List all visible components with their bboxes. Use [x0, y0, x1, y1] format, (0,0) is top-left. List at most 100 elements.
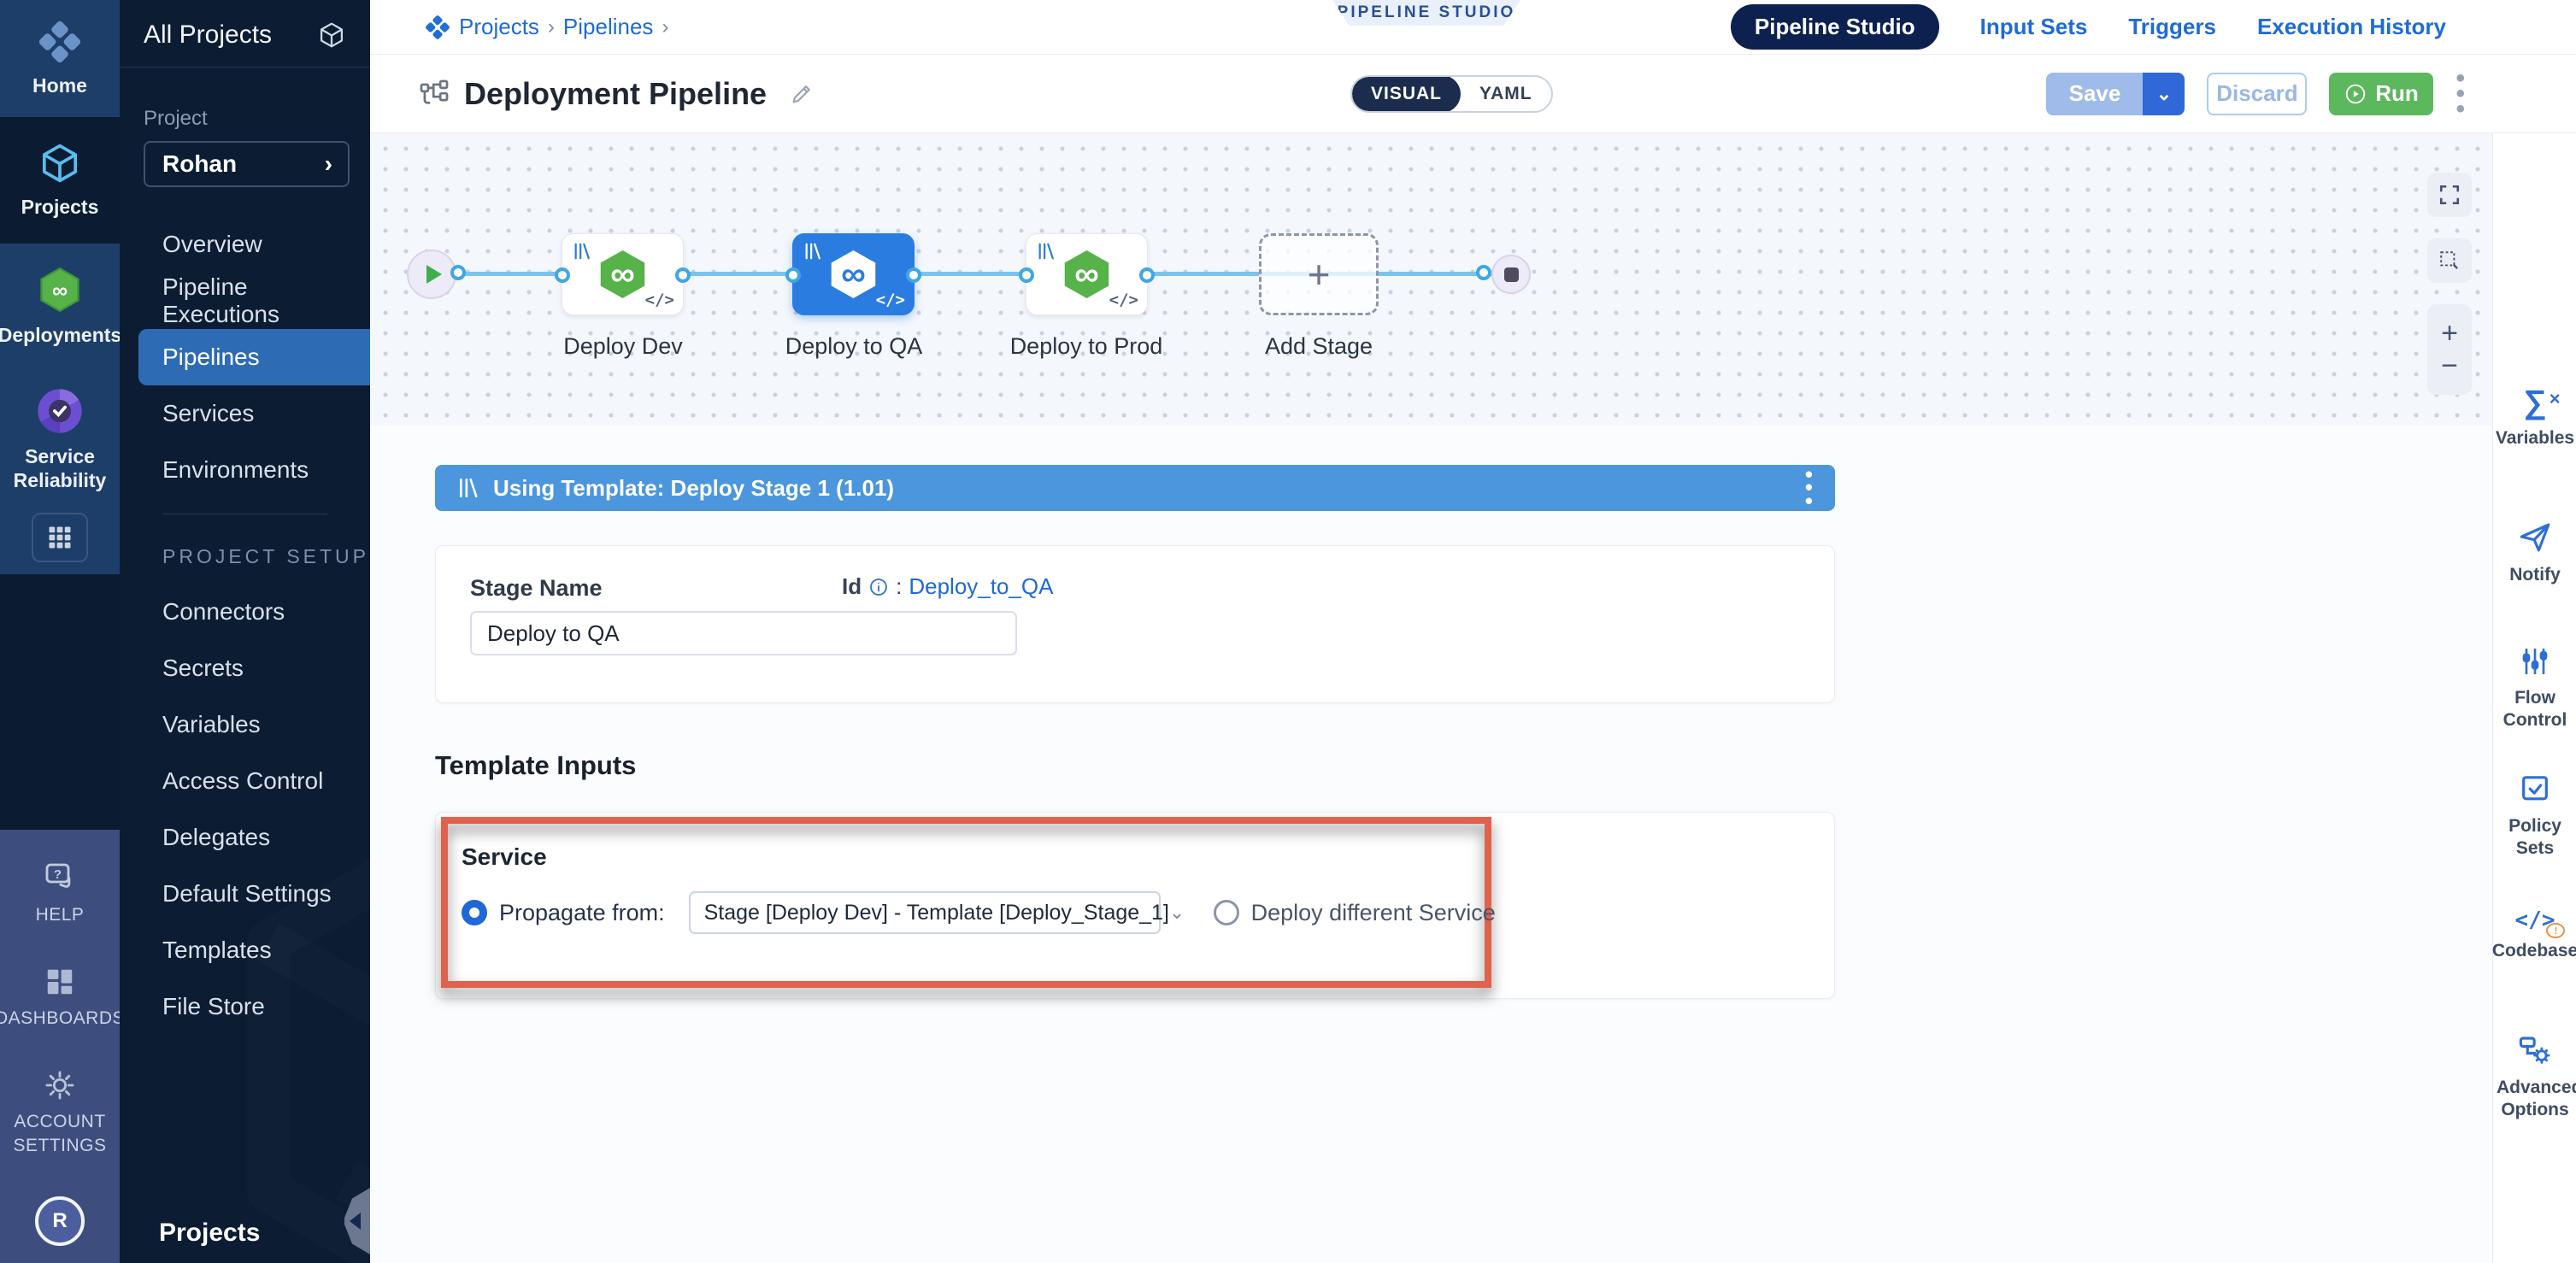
- rail-item-projects[interactable]: Projects: [0, 117, 120, 244]
- connector-dot[interactable]: [785, 267, 801, 283]
- connector-dot[interactable]: [675, 267, 691, 283]
- service-options-row: Propagate from: Stage [Deploy Dev] - Tem…: [462, 891, 1496, 934]
- module-grid-button[interactable]: [32, 513, 88, 562]
- sidebar-item-environments[interactable]: Environments: [120, 442, 370, 498]
- connector-dot[interactable]: [450, 265, 466, 280]
- rail-item-service-reliability[interactable]: Service Reliability: [0, 369, 120, 511]
- toggle-yaml[interactable]: YAML: [1461, 75, 1551, 113]
- pipeline-studio-badge: PIPELINE STUDIO: [1332, 0, 1520, 26]
- cd-stage-icon: ∞: [830, 250, 878, 298]
- template-inputs-heading: Template Inputs: [435, 750, 636, 781]
- policy-sets-icon: [2518, 772, 2552, 807]
- studio-top-nav: Pipeline Studio Input Sets Triggers Exec…: [1731, 4, 2446, 50]
- connector-dot[interactable]: [906, 267, 921, 283]
- cube-icon[interactable]: [317, 21, 346, 50]
- selection-mode-button[interactable]: [2427, 238, 2472, 283]
- breadcrumb-pipelines[interactable]: Pipelines: [563, 14, 654, 40]
- pipeline-end-node[interactable]: [1491, 255, 1531, 294]
- sidebar-item-pipeline-executions[interactable]: Pipeline Executions: [120, 273, 370, 329]
- module-rail: Home Projects ∞ Deployments Service Reli…: [0, 0, 120, 1263]
- play-icon: [426, 265, 442, 284]
- sidebar-item-delegates[interactable]: Delegates: [120, 809, 370, 866]
- save-button[interactable]: Save: [2046, 73, 2143, 115]
- sidebar-item-secrets[interactable]: Secrets: [120, 640, 370, 696]
- tab-input-sets[interactable]: Input Sets: [1980, 14, 2088, 40]
- title-group: Deployment Pipeline: [418, 76, 815, 112]
- add-stage-button[interactable]: +: [1259, 233, 1379, 315]
- rail-item-account-settings[interactable]: ACCOUNT SETTINGS: [13, 1069, 107, 1157]
- template-options-kebab[interactable]: •••: [1805, 468, 1813, 508]
- discard-button[interactable]: Discard: [2207, 73, 2307, 115]
- sidebar-item-file-store[interactable]: File Store: [120, 978, 370, 1035]
- collapse-sidebar-button[interactable]: [344, 1188, 370, 1254]
- project-label: Project: [144, 107, 370, 131]
- tool-label: Policy Sets: [2505, 815, 2565, 861]
- rail-item-label: HELP: [36, 903, 85, 926]
- svg-text:?: ?: [54, 867, 62, 882]
- flow-control-icon: [2518, 644, 2552, 678]
- tool-flow-control[interactable]: Flow Control: [2493, 644, 2576, 732]
- stage-label-deploy-to-prod: Deploy to Prod: [975, 333, 1197, 360]
- info-icon[interactable]: [868, 577, 889, 597]
- sidebar-item-overview[interactable]: Overview: [120, 216, 370, 273]
- stage-id-row: Id : Deploy_to_QA: [842, 573, 1053, 600]
- rail-item-label: Deployments: [0, 324, 121, 348]
- tab-execution-history[interactable]: Execution History: [2257, 14, 2446, 40]
- tool-codebase[interactable]: </>! Codebase: [2493, 909, 2576, 962]
- sidebar-item-default-settings[interactable]: Default Settings: [120, 866, 370, 922]
- radio-deploy-different-service[interactable]: [1214, 900, 1239, 925]
- chevron-left-icon: [350, 1213, 361, 1230]
- tool-policy-sets[interactable]: Policy Sets: [2493, 772, 2576, 861]
- zoom-out-button[interactable]: −: [2441, 351, 2458, 380]
- edit-pencil-icon[interactable]: [789, 81, 815, 107]
- rail-item-dashboards[interactable]: DASHBOARDS: [0, 966, 125, 1030]
- stage-id-value[interactable]: Deploy_to_QA: [909, 573, 1053, 600]
- rail-item-help[interactable]: ? HELP: [36, 861, 85, 926]
- connector-dot[interactable]: [1476, 265, 1491, 280]
- toggle-visual[interactable]: VISUAL: [1352, 75, 1461, 113]
- sidebar-item-services[interactable]: Services: [120, 385, 370, 442]
- run-button[interactable]: Run: [2329, 73, 2433, 115]
- sidebar-item-pipelines[interactable]: Pipelines: [138, 329, 370, 385]
- sidebar-item-templates[interactable]: Templates: [120, 922, 370, 978]
- save-split-button: Save ⌄: [2046, 73, 2185, 115]
- tab-triggers[interactable]: Triggers: [2128, 14, 2216, 40]
- tool-advanced-options[interactable]: Advanced Options: [2493, 1032, 2576, 1122]
- breadcrumb-projects[interactable]: Projects: [459, 14, 539, 40]
- canvas-wrap: ∞ </> ∞ </>: [370, 133, 2576, 1263]
- tab-pipeline-studio[interactable]: Pipeline Studio: [1731, 4, 1939, 50]
- rail-item-label: Service Reliability: [0, 445, 120, 492]
- service-card: Service Propagate from: Stage [Deploy De…: [435, 812, 1835, 999]
- canvas-column: ∞ </> ∞ </>: [370, 133, 2492, 1263]
- rail-spacer: [0, 574, 120, 830]
- warning-icon: !: [2546, 923, 2565, 938]
- connector-dot[interactable]: [1019, 267, 1034, 283]
- more-options-kebab[interactable]: •••: [2455, 71, 2465, 117]
- rail-item-label: Home: [32, 74, 87, 98]
- connector-dot[interactable]: [555, 267, 570, 283]
- template-badge-icon: [573, 242, 591, 261]
- stage-name-input[interactable]: [470, 611, 1017, 655]
- sidebar-item-variables[interactable]: Variables: [120, 696, 370, 753]
- connector-dot[interactable]: [1139, 267, 1155, 283]
- tool-variables[interactable]: ∑× Variables: [2493, 386, 2576, 449]
- rail-item-home[interactable]: Home: [0, 0, 120, 117]
- sidebar-item-connectors[interactable]: Connectors: [120, 584, 370, 640]
- zoom-in-button[interactable]: +: [2441, 319, 2458, 348]
- save-dropdown-caret[interactable]: ⌄: [2143, 73, 2185, 115]
- fullscreen-button[interactable]: [2427, 173, 2472, 217]
- propagate-stage-dropdown[interactable]: Stage [Deploy Dev] - Template [Deploy_St…: [689, 891, 1161, 934]
- stage-node-deploy-to-prod[interactable]: ∞ </>: [1026, 233, 1148, 315]
- pipeline-canvas[interactable]: ∞ </> ∞ </>: [370, 133, 2492, 426]
- user-avatar[interactable]: R: [35, 1196, 85, 1246]
- radio-propagate-from[interactable]: [462, 900, 487, 925]
- project-selector[interactable]: Rohan ›: [144, 141, 350, 187]
- rail-item-deployments[interactable]: ∞ Deployments: [0, 244, 120, 369]
- run-button-label: Run: [2375, 80, 2419, 107]
- help-icon: ?: [43, 861, 77, 895]
- tool-notify[interactable]: Notify: [2493, 520, 2576, 586]
- sidebar-item-access-control[interactable]: Access Control: [120, 753, 370, 809]
- stage-node-deploy-dev[interactable]: ∞ </>: [562, 233, 684, 315]
- pipeline-start-node[interactable]: [407, 250, 456, 299]
- stage-node-deploy-to-qa[interactable]: ∞ </>: [792, 233, 915, 315]
